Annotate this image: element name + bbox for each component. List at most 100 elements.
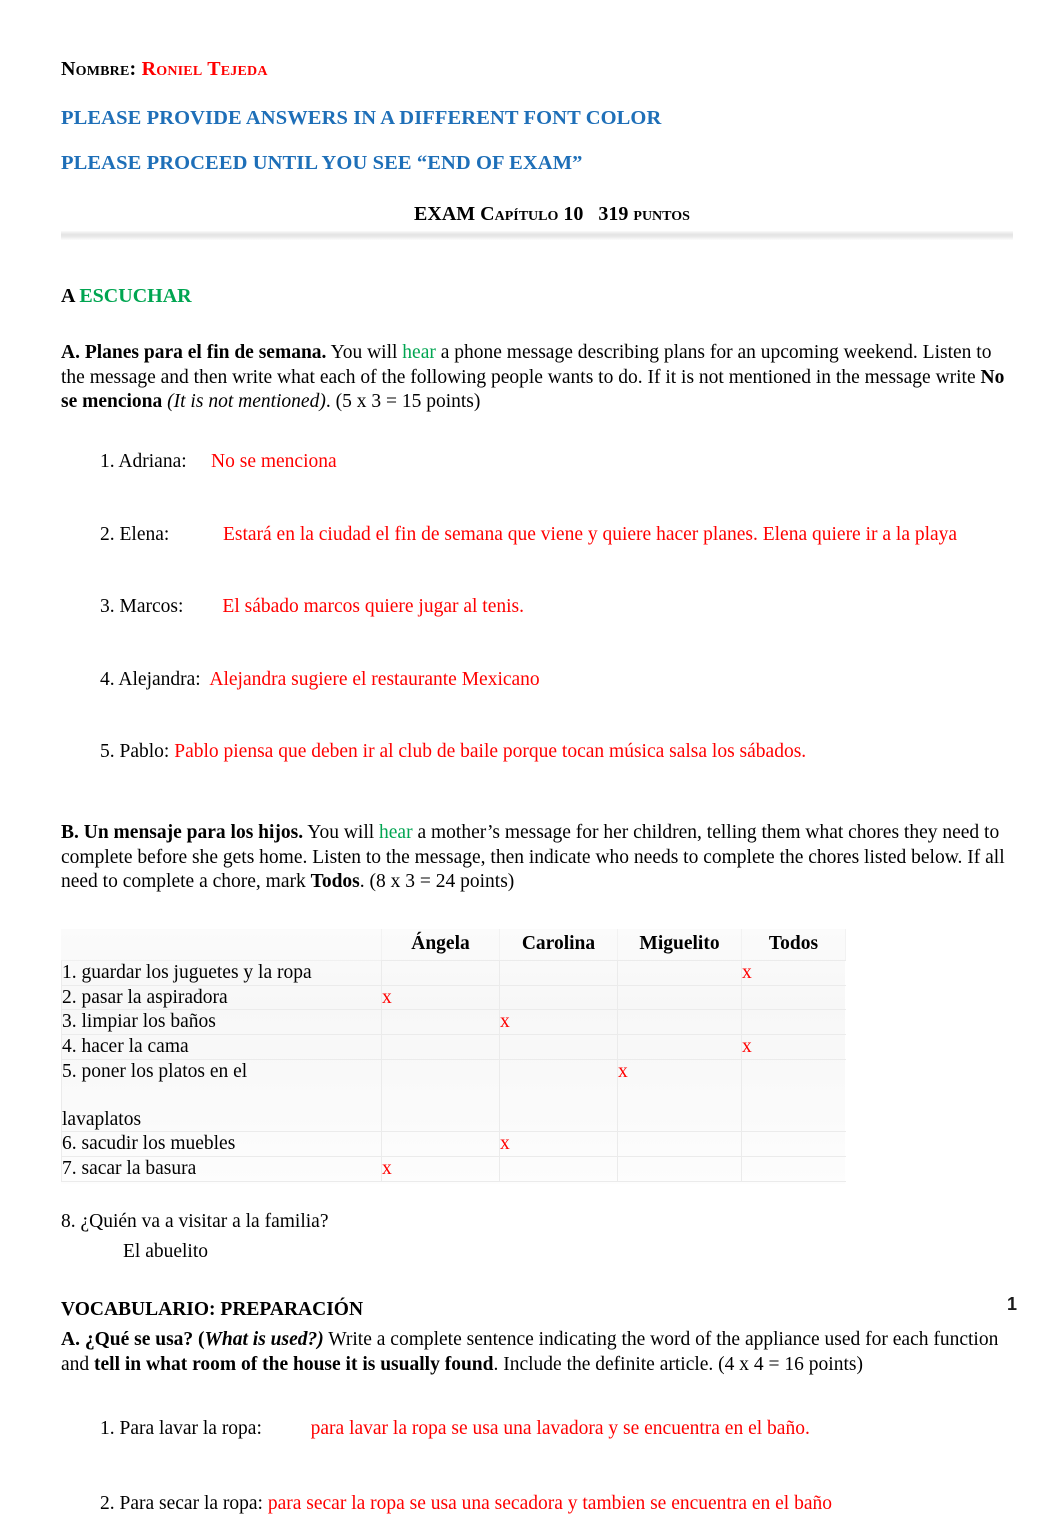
chore-mark-miguelito[interactable] — [617, 984, 742, 1011]
notice-proceed: PLEASE PROCEED UNTIL YOU SEE “END OF EXA… — [61, 152, 583, 174]
answer-label: 2. Elena: — [100, 523, 170, 545]
hear-link-b[interactable]: hear — [379, 822, 413, 843]
chore-mark-carolina[interactable] — [499, 984, 618, 1011]
chore-label: 7. sacar la basura — [61, 1156, 382, 1182]
answer-value[interactable]: El sábado marcos quiere jugar al tenis. — [222, 596, 524, 617]
chores-table: Ángela Carolina Miguelito Todos 1. guard… — [61, 928, 846, 1182]
chore-mark-angela[interactable]: x — [381, 1156, 500, 1182]
section-heading-escuchar: A ESCUCHAR — [61, 285, 1013, 308]
answer-value[interactable]: para lavar la ropa se usa una lavadora y… — [311, 1418, 810, 1439]
exam-title-main: EXAM — [414, 203, 481, 225]
chore-mark-miguelito[interactable] — [617, 1131, 742, 1158]
chore-mark-angela[interactable] — [381, 959, 500, 986]
activity-b-bold-phrase: Todos — [310, 871, 360, 893]
chore-mark-carolina[interactable] — [499, 1156, 618, 1182]
activity-a-answer-list: 1. Adriana: No se menciona 2. Elena: Est… — [61, 433, 1013, 782]
chore-mark-carolina[interactable]: x — [499, 1131, 618, 1158]
table-row: 2. pasar la aspiradora x — [61, 984, 846, 1011]
chore-mark-todos[interactable] — [741, 1058, 846, 1133]
chore-mark-todos[interactable] — [741, 1156, 846, 1182]
chore-mark-miguelito[interactable]: x — [617, 1058, 742, 1133]
table-row: 7. sacar la basura x — [61, 1156, 846, 1182]
answer-row: 3. Marcos: El sábado marcos quiere jugar… — [61, 578, 1013, 637]
activity-b-instructions: B. Un mensaje para los hijos. You will h… — [61, 821, 1013, 895]
table-header-angela: Ángela — [381, 928, 500, 961]
student-name-line: Nombre: Roniel Tejeda — [61, 58, 1013, 81]
answer-value[interactable]: No se menciona — [211, 451, 337, 472]
chores-table-wrapper: Ángela Carolina Miguelito Todos 1. guard… — [61, 928, 846, 1184]
vocab-activity-a-bold-phrase: tell in what room of the house it is usu… — [94, 1353, 494, 1375]
activity-b-text-3: . (8 x 3 = 24 points) — [359, 871, 515, 893]
chore-mark-carolina[interactable] — [499, 1034, 618, 1060]
chore-mark-miguelito[interactable] — [617, 1009, 742, 1036]
chore-mark-miguelito[interactable] — [617, 1034, 742, 1060]
answer-value[interactable]: para secar la ropa se usa una secadora y… — [268, 1493, 832, 1514]
activity-a-instructions: A. Planes para el fin de semana. You wil… — [61, 341, 1013, 415]
question-8-answer[interactable]: El abuelito — [61, 1242, 1013, 1262]
vocab-activity-a-instructions: A. ¿Qué se usa? (What is used?) Write a … — [61, 1328, 1013, 1377]
chore-mark-todos[interactable] — [741, 1131, 846, 1158]
answer-row: 2. Para secar la ropa: para secar la rop… — [61, 1474, 1013, 1533]
table-header-carolina: Carolina — [499, 928, 618, 961]
table-row: 4. hacer la cama x — [61, 1034, 846, 1060]
answer-label: 1. Adriana: — [100, 451, 187, 473]
chore-label: 6. sacudir los muebles — [61, 1131, 382, 1158]
chore-mark-todos[interactable] — [741, 1009, 846, 1036]
header-divider-bar — [61, 231, 1013, 240]
chore-mark-todos[interactable] — [741, 984, 846, 1011]
chore-mark-todos[interactable]: x — [741, 959, 846, 986]
page-number: 1 — [1006, 1294, 1017, 1314]
chore-mark-carolina[interactable] — [499, 1058, 618, 1133]
chore-label: 5. poner los platos en el lavaplatos — [61, 1058, 382, 1133]
answer-value[interactable]: Pablo piensa que deben ir al club de bai… — [174, 741, 806, 762]
table-header-blank — [62, 929, 382, 961]
answer-label: 2. Para secar la ropa: — [100, 1492, 263, 1514]
activity-a-title: A. Planes para el fin de semana. — [61, 342, 327, 363]
chore-label: 4. hacer la cama — [61, 1034, 382, 1060]
chore-mark-angela[interactable] — [381, 1058, 500, 1133]
table-row: 3. limpiar los baños x — [61, 1009, 846, 1036]
vocab-answer-list: 1. Para lavar la ropa: para lavar la rop… — [61, 1400, 1013, 1533]
hear-link-a[interactable]: hear — [402, 342, 436, 363]
answer-label: 5. Pablo: — [100, 741, 170, 763]
document-content: Nombre: Roniel Tejeda PLEASE PROVIDE ANS… — [61, 58, 1013, 1533]
exam-title: EXAM Capítulo 10 319 puntos — [61, 203, 1013, 226]
answer-pad — [169, 524, 223, 545]
activity-a-text-3: . (5 x 3 = 15 points) — [325, 391, 481, 413]
section-title-escuchar: ESCUCHAR — [79, 285, 192, 307]
student-name-value: Roniel Tejeda — [141, 58, 268, 80]
answer-row: 2. Elena: Estará en la ciudad el fin de … — [61, 505, 1013, 564]
chore-mark-miguelito[interactable] — [617, 1156, 742, 1182]
answer-label: 3. Marcos: — [100, 596, 184, 618]
exam-title-chapter: Capítulo 10 — [480, 203, 584, 225]
nombre-label: Nombre: — [61, 58, 137, 80]
chore-mark-angela[interactable] — [381, 1009, 500, 1036]
chore-label: 3. limpiar los baños — [61, 1009, 382, 1036]
answer-value[interactable]: Estará en la ciudad el fin de semana que… — [223, 524, 957, 545]
chore-mark-miguelito[interactable] — [617, 959, 742, 986]
notice-font-color: PLEASE PROVIDE ANSWERS IN A DIFFERENT FO… — [61, 107, 662, 129]
chore-mark-carolina[interactable] — [499, 959, 618, 986]
answer-row: 5. Pablo: Pablo piensa que deben ir al c… — [61, 723, 1013, 782]
chore-mark-todos[interactable]: x — [741, 1034, 846, 1060]
question-8: 8. ¿Quién va a visitar a la familia? — [61, 1210, 329, 1232]
answer-row: 1. Adriana: No se menciona — [61, 433, 1013, 492]
answer-pad — [262, 1418, 311, 1439]
answer-pad — [183, 596, 222, 617]
vocab-activity-a-title-italic: What is used?) — [204, 1329, 324, 1351]
document-page: Nombre: Roniel Tejeda PLEASE PROVIDE ANS… — [0, 0, 1062, 1513]
table-header-miguelito: Miguelito — [617, 928, 742, 961]
chore-label: 1. guardar los juguetes y la ropa — [61, 959, 382, 986]
activity-b-text-1: You will — [303, 822, 380, 844]
chore-mark-angela[interactable] — [381, 1131, 500, 1158]
chore-mark-carolina[interactable]: x — [499, 1009, 618, 1036]
vocab-activity-a-text-2: . Include the definite article. (4 x 4 =… — [493, 1353, 863, 1375]
answer-value[interactable]: Alejandra sugiere el restaurante Mexican… — [209, 669, 539, 690]
table-row: 5. poner los platos en el lavaplatos x — [61, 1058, 846, 1133]
chore-mark-angela[interactable]: x — [381, 984, 500, 1011]
vocab-activity-a-title: A. ¿Qué se usa? ( — [61, 1329, 205, 1351]
chore-mark-angela[interactable] — [381, 1034, 500, 1060]
answer-label: 1. Para lavar la ropa: — [100, 1418, 262, 1440]
table-row: 6. sacudir los muebles x — [61, 1131, 846, 1158]
activity-a-italic-phrase: (It is not mentioned) — [162, 391, 326, 413]
